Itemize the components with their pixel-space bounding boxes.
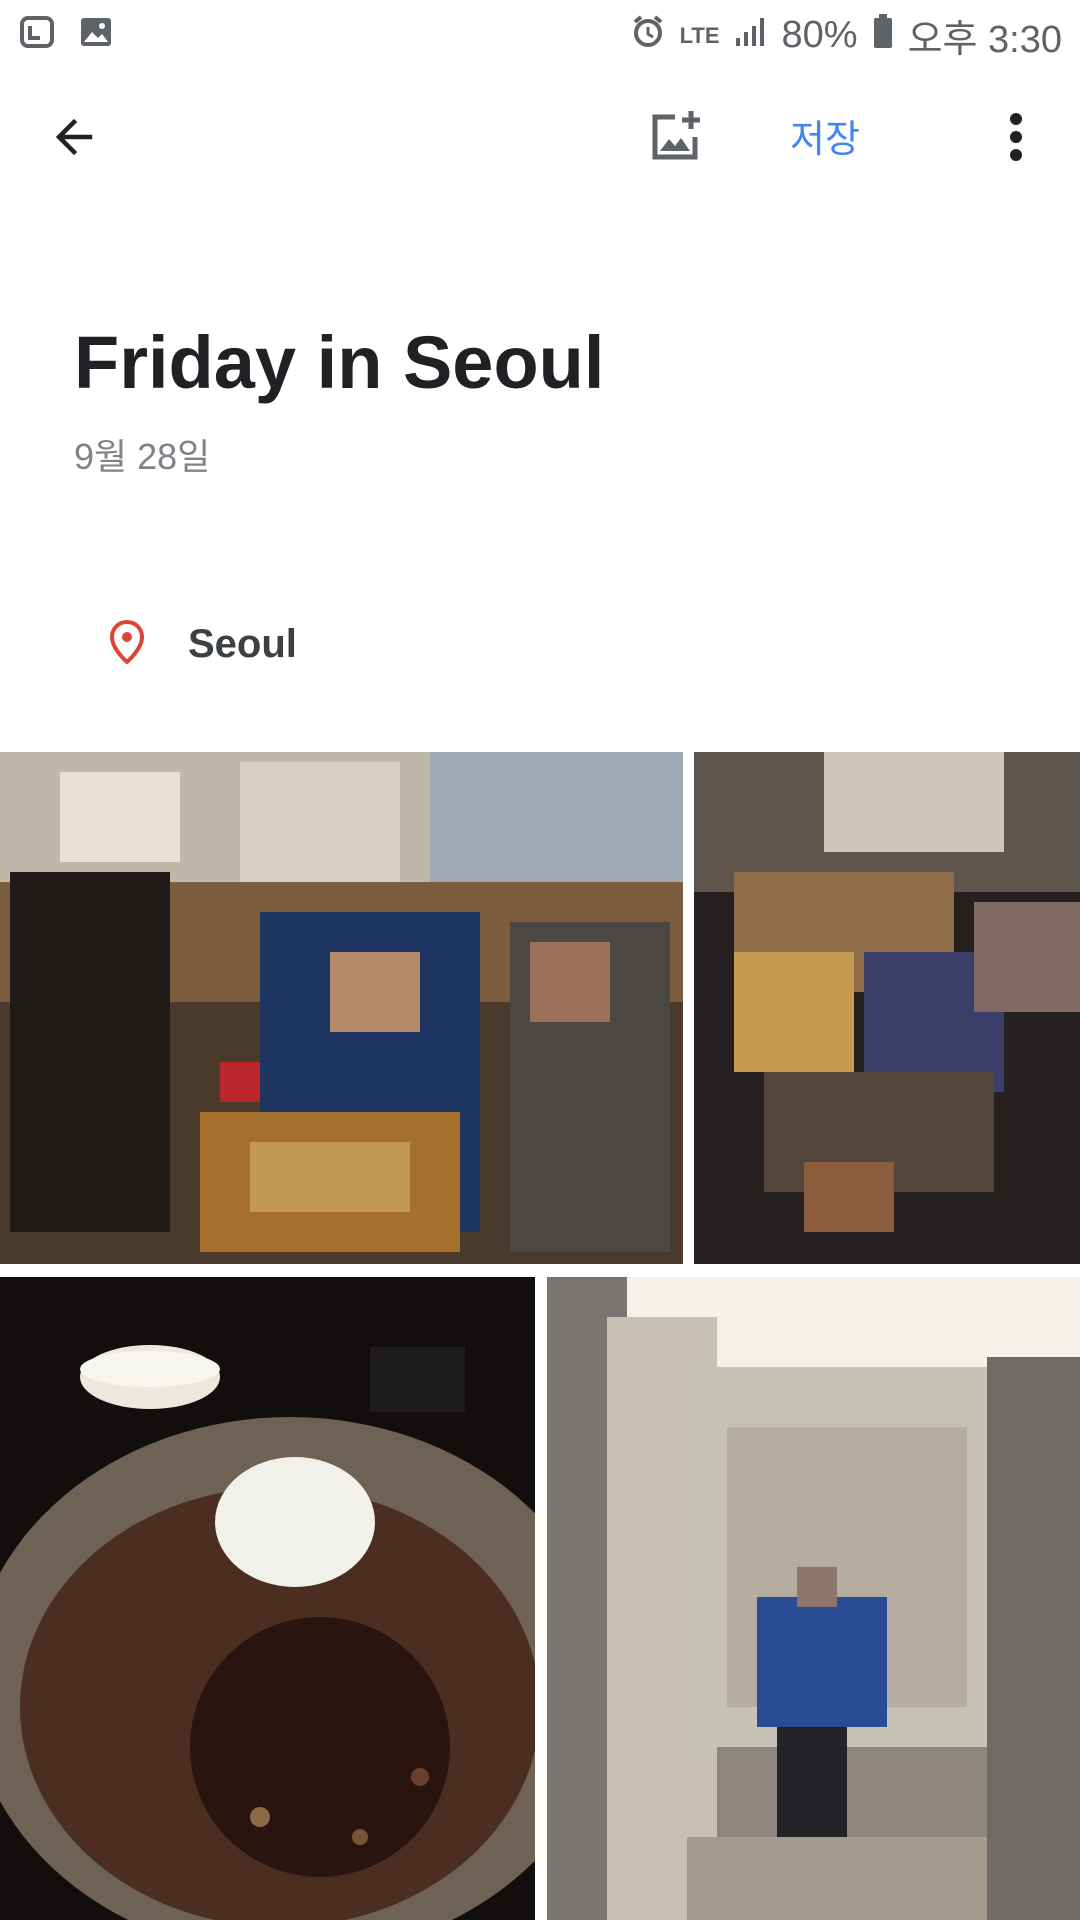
save-button[interactable]: 저장 — [790, 108, 860, 163]
signal-icon — [734, 13, 768, 58]
add-photo-button[interactable] — [637, 99, 713, 175]
status-right: LTE 80% 오후 3:30 — [630, 8, 1062, 63]
battery-icon — [872, 13, 894, 59]
photo-1[interactable] — [0, 752, 683, 1264]
more-vert-icon — [1010, 113, 1022, 161]
add-photo-icon — [652, 111, 700, 160]
photo-4-image — [547, 1277, 1080, 1920]
photo-1-image — [0, 752, 683, 1264]
location-label: Seoul — [188, 622, 297, 666]
status-time: 오후 3:30 — [907, 19, 1062, 61]
battery-percent: 80% — [781, 14, 858, 56]
image-icon — [78, 14, 114, 55]
location-pin-icon — [109, 619, 145, 669]
network-label: LTE — [679, 22, 720, 48]
more-options-button[interactable] — [978, 99, 1054, 175]
back-arrow-icon — [55, 118, 93, 156]
alarm-icon — [630, 13, 666, 59]
back-button[interactable] — [36, 99, 112, 175]
status-bar: LTE 80% 오후 3:30 — [0, 0, 1080, 64]
album-title[interactable]: Friday in Seoul — [74, 320, 1024, 406]
album-date: 9월 28일 — [74, 436, 211, 477]
photo-2-image — [694, 752, 1080, 1264]
sync-icon — [18, 12, 58, 57]
photo-3-image — [0, 1277, 535, 1920]
photo-4[interactable] — [547, 1277, 1080, 1920]
photo-3[interactable] — [0, 1277, 535, 1920]
album-header: Friday in Seoul 9월 28일 — [74, 320, 1024, 480]
status-left — [18, 12, 114, 57]
photo-2[interactable] — [694, 752, 1080, 1264]
location-row[interactable]: Seoul — [109, 619, 297, 669]
app-bar: 저장 — [0, 82, 1080, 192]
